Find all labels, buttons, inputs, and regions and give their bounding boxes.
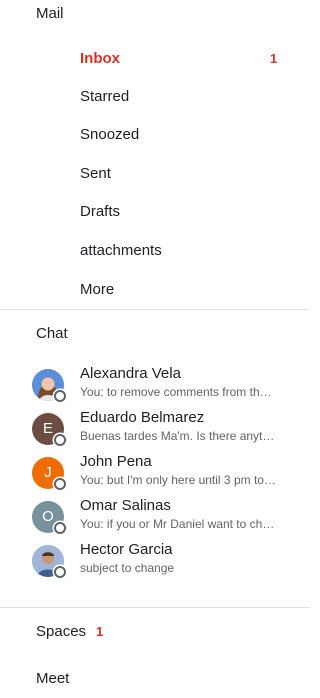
sidebar-item-label: Sent (80, 165, 111, 182)
chat-message-preview: subject to change (80, 561, 175, 575)
sidebar-item-label: More (80, 281, 115, 298)
avatar-initial: J (44, 464, 52, 481)
sidebar-item-more[interactable]: More (0, 271, 310, 309)
mail-section-title[interactable]: Mail (36, 5, 64, 22)
chat-contact-name: John Pena (80, 453, 152, 470)
unread-count-badge: 1 (270, 51, 278, 66)
spaces-label: Spaces (36, 623, 87, 640)
avatar (32, 369, 66, 402)
chat-message-preview: You: to remove comments from the doc (80, 385, 276, 399)
section-divider (0, 607, 310, 608)
avatar (32, 545, 66, 578)
presence-status-icon (54, 434, 66, 446)
sidebar-item-starred[interactable]: Starred (0, 78, 310, 116)
chat-conversation-omar-salinas[interactable]: O Omar Salinas You: if you or Mr Daniel … (0, 497, 310, 537)
sidebar-item-label: Starred (80, 88, 130, 105)
avatar: J (32, 457, 66, 490)
chat-conversation-hector-garcia[interactable]: Hector Garcia subject to change (0, 541, 310, 581)
chat-section-title[interactable]: Chat (36, 325, 68, 342)
chat-message-preview: Buenas tardes Ma'm. Is there anything (80, 429, 276, 443)
sidebar-item-inbox[interactable]: Inbox 1 (0, 40, 310, 78)
presence-status-icon (54, 566, 66, 578)
chat-contact-name: Omar Salinas (80, 497, 171, 514)
chat-conversation-alexandra-vela[interactable]: Alexandra Vela You: to remove comments f… (0, 365, 310, 405)
chat-conversation-eduardo-belmarez[interactable]: E Eduardo Belmarez Buenas tardes Ma'm. I… (0, 409, 310, 449)
avatar-initial: O (42, 508, 54, 525)
presence-status-icon (54, 478, 66, 490)
sidebar-item-attachments[interactable]: attachments (0, 232, 310, 270)
avatar-initial: E (42, 420, 53, 437)
sidebar-item-label: Drafts (80, 203, 121, 220)
avatar: O (32, 501, 66, 534)
chat-contact-name: Alexandra Vela (80, 365, 181, 382)
avatar: E (32, 413, 66, 446)
sidebar-item-snoozed[interactable]: Snoozed (0, 116, 310, 154)
sidebar-item-label: Snoozed (80, 126, 140, 143)
chat-contact-name: Eduardo Belmarez (80, 409, 205, 426)
presence-status-icon (54, 522, 66, 534)
chat-list[interactable]: Alexandra Vela You: to remove comments f… (0, 360, 310, 607)
chat-message-preview: You: if you or Mr Daniel want to check (80, 517, 276, 531)
spaces-unread-count: 1 (96, 624, 104, 639)
section-divider (0, 309, 310, 310)
sidebar-item-drafts[interactable]: Drafts (0, 193, 310, 231)
spaces-section-title[interactable]: Spaces 1 (36, 623, 103, 640)
chat-message-preview: You: but I'm only here until 3 pm today (80, 473, 276, 487)
chat-conversation-john-pena[interactable]: J John Pena You: but I'm only here until… (0, 453, 310, 493)
sidebar-item-sent[interactable]: Sent (0, 155, 310, 193)
sidebar-item-label: Inbox (80, 50, 120, 67)
chat-contact-name: Hector Garcia (80, 541, 173, 558)
sidebar-item-label: attachments (80, 242, 162, 259)
presence-status-icon (54, 390, 66, 402)
meet-section-title[interactable]: Meet (36, 670, 69, 687)
